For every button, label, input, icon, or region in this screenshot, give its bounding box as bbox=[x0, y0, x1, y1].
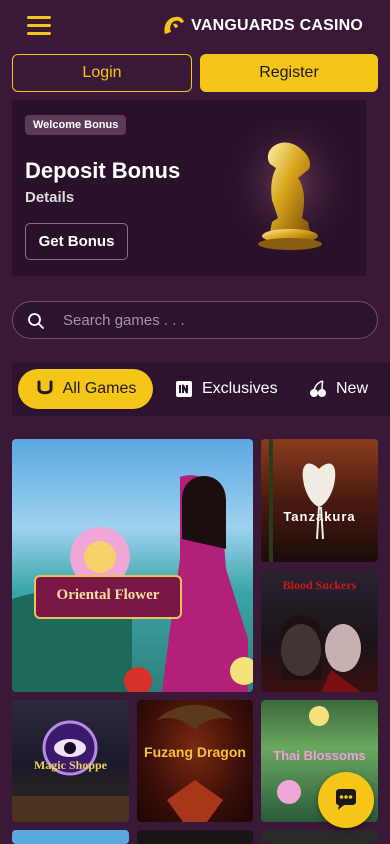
search-bar bbox=[12, 301, 378, 339]
game-tile-oriental-flower[interactable]: Oriental Flower bbox=[12, 439, 253, 692]
chat-button[interactable] bbox=[318, 772, 374, 828]
game-title: Oriental Flower bbox=[56, 587, 160, 603]
game-tile-partial[interactable] bbox=[261, 830, 378, 844]
chess-knight-icon bbox=[230, 120, 350, 260]
crane-art bbox=[269, 439, 336, 562]
tab-new[interactable]: New bbox=[308, 369, 368, 409]
category-tabs: All Games Exclusives New bbox=[12, 362, 390, 416]
tab-label: New bbox=[336, 380, 369, 397]
tab-label: Exclusives bbox=[202, 380, 278, 397]
register-button[interactable]: Register bbox=[200, 54, 378, 92]
game-title: Thai Blossoms bbox=[273, 748, 366, 763]
details-link[interactable]: Details bbox=[25, 189, 74, 206]
cherries-icon bbox=[308, 379, 328, 399]
game-tile-blood-suckers[interactable]: Blood Suckers bbox=[261, 570, 378, 692]
banner-title: Deposit Bonus bbox=[25, 158, 181, 183]
game-title: Fuzang Dragon bbox=[144, 744, 246, 760]
login-button[interactable]: Login bbox=[12, 54, 192, 92]
game-tile-partial[interactable] bbox=[12, 830, 129, 844]
horseshoe-icon bbox=[35, 379, 55, 399]
game-title: Tanzakura bbox=[283, 509, 356, 524]
dragon-art bbox=[157, 705, 233, 822]
tab-exclusives[interactable]: Exclusives bbox=[174, 369, 278, 409]
promo-banner: Welcome Bonus Deposit Bonus Details Get … bbox=[12, 100, 366, 276]
logo[interactable]: VANGUARDS CASINO bbox=[161, 14, 363, 38]
game-title: Blood Suckers bbox=[282, 578, 357, 592]
app-header: VANGUARDS CASINO bbox=[0, 0, 390, 52]
game-tile-fuzang-dragon[interactable]: Fuzang Dragon bbox=[137, 700, 253, 822]
tab-all-games[interactable]: All Games bbox=[18, 369, 153, 409]
menu-icon[interactable] bbox=[27, 16, 51, 36]
search-icon bbox=[28, 313, 44, 329]
welcome-bonus-badge: Welcome Bonus bbox=[25, 115, 127, 135]
game-title: Magic Shoppe bbox=[33, 758, 107, 772]
exclusive-icon bbox=[174, 379, 194, 399]
tab-label: All Games bbox=[62, 380, 137, 397]
game-tile-tanzakura[interactable]: Tanzakura bbox=[261, 439, 378, 562]
logo-text: VANGUARDS CASINO bbox=[191, 17, 363, 34]
get-bonus-button[interactable]: Get Bonus bbox=[25, 223, 128, 260]
oriental-flower-art bbox=[12, 475, 253, 692]
game-tile-magic-shoppe[interactable]: Magic Shoppe bbox=[12, 700, 129, 822]
horse-logo-icon bbox=[164, 16, 185, 34]
search-input[interactable] bbox=[63, 302, 363, 338]
chat-icon bbox=[336, 789, 356, 810]
auth-bar: Login Register bbox=[12, 54, 378, 92]
game-tile-partial[interactable] bbox=[137, 830, 253, 844]
